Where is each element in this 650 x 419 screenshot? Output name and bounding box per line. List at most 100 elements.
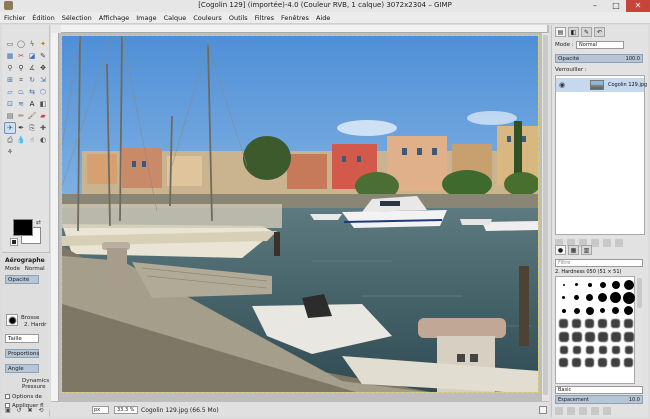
- brush-preview-15[interactable]: [596, 304, 609, 317]
- brush-preset-select[interactable]: Basic: [555, 386, 643, 394]
- move-icon[interactable]: ✥: [38, 63, 48, 73]
- mypaint-brush-icon[interactable]: ⚘: [5, 147, 15, 157]
- flip-icon[interactable]: ⇆: [27, 87, 37, 97]
- navigate-icon[interactable]: [539, 406, 547, 414]
- airbrush-icon[interactable]: ✈: [4, 122, 16, 134]
- channels-tab[interactable]: ◧: [568, 27, 579, 37]
- close-button[interactable]: ✕: [626, 0, 650, 12]
- gradients-tab[interactable]: ▥: [581, 245, 592, 255]
- eraser-icon[interactable]: ▰: [38, 111, 48, 121]
- brush-preview-6[interactable]: [557, 291, 570, 304]
- brush-preview-18[interactable]: [557, 317, 570, 330]
- measure-icon[interactable]: ∡: [27, 63, 37, 73]
- brushes-scrollbar[interactable]: [636, 276, 642, 384]
- brush-preview-27[interactable]: [596, 330, 609, 343]
- swap-colors-icon[interactable]: ⇄: [36, 219, 41, 226]
- edit-brush-icon[interactable]: [555, 407, 563, 415]
- brushes-scrollbar-thumb[interactable]: [636, 278, 642, 308]
- ink-icon[interactable]: ✒: [16, 123, 26, 133]
- save-options-icon[interactable]: ▣: [4, 407, 12, 415]
- reset-options-icon[interactable]: ⟲: [37, 407, 45, 415]
- delete-brush-icon[interactable]: [591, 407, 599, 415]
- menu-couleurs[interactable]: Couleurs: [193, 14, 222, 22]
- align-icon[interactable]: ⊞: [5, 75, 15, 85]
- zoom-select[interactable]: 33.3 %: [114, 406, 138, 414]
- layers-tab[interactable]: ▤: [555, 27, 566, 37]
- brush-preview-20[interactable]: [583, 317, 596, 330]
- fuzzy-select-icon[interactable]: ✦: [38, 39, 48, 49]
- mode-row[interactable]: Mode Normal: [5, 266, 45, 272]
- brush-preview-3[interactable]: [596, 278, 609, 291]
- brush-preview-37[interactable]: [570, 356, 583, 369]
- brush-preview-17[interactable]: [622, 304, 635, 317]
- menu-selection[interactable]: Sélection: [62, 14, 92, 22]
- clone-icon[interactable]: ⎘: [27, 123, 37, 133]
- vertical-ruler[interactable]: [51, 33, 59, 401]
- scissors-icon[interactable]: ✂: [16, 51, 26, 61]
- foreground-select-icon[interactable]: ◪: [27, 51, 37, 61]
- mode-value[interactable]: Normal: [25, 266, 45, 272]
- paths-tab[interactable]: ✎: [581, 27, 592, 37]
- ruler-corner[interactable]: [51, 25, 61, 33]
- free-select-icon[interactable]: ϟ: [27, 39, 37, 49]
- brush-preview-28[interactable]: [609, 330, 622, 343]
- menu-affichage[interactable]: Affichage: [99, 14, 130, 22]
- unified-transform-icon[interactable]: ⊡: [5, 99, 15, 109]
- menu-calque[interactable]: Calque: [164, 14, 187, 22]
- blend-icon[interactable]: ▤: [5, 111, 15, 121]
- brush-preview-2[interactable]: [583, 278, 596, 291]
- brush-preview-36[interactable]: [557, 356, 570, 369]
- paths-icon[interactable]: ✎: [38, 51, 48, 61]
- brush-preview-5[interactable]: [622, 278, 635, 291]
- brush-preview-21[interactable]: [596, 317, 609, 330]
- vertical-scrollbar[interactable]: [542, 33, 549, 401]
- brush-preview-11[interactable]: [622, 291, 635, 304]
- brush-preview-22[interactable]: [609, 317, 622, 330]
- menu-fichier[interactable]: Fichier: [4, 14, 25, 22]
- brush-preview-41[interactable]: [622, 356, 635, 369]
- brush-preview-30[interactable]: [557, 343, 570, 356]
- heal-icon[interactable]: ✚: [38, 123, 48, 133]
- layer-opacity-slider[interactable]: Opacité 100.0: [555, 54, 643, 63]
- menu-outils[interactable]: Outils: [229, 14, 248, 22]
- foreground-color-swatch[interactable]: [13, 219, 33, 236]
- duplicate-brush-icon[interactable]: [579, 407, 587, 415]
- brush-preview-23[interactable]: [622, 317, 635, 330]
- color-picker-icon[interactable]: ⚲: [5, 63, 15, 73]
- cage-icon[interactable]: ⬡: [38, 87, 48, 97]
- brush-preview-10[interactable]: [609, 291, 622, 304]
- brush-preview-40[interactable]: [609, 356, 622, 369]
- image-canvas[interactable]: [61, 35, 539, 393]
- smudge-icon[interactable]: ☝: [27, 135, 37, 145]
- refresh-brushes-icon[interactable]: [603, 407, 611, 415]
- menu-image[interactable]: Image: [136, 14, 156, 22]
- scale-icon[interactable]: ⇲: [38, 75, 48, 85]
- brush-preview-34[interactable]: [609, 343, 622, 356]
- bucket-fill-icon[interactable]: ◧: [38, 99, 48, 109]
- brush-preview-13[interactable]: [570, 304, 583, 317]
- brushes-tab[interactable]: ●: [555, 245, 566, 255]
- brush-preview-12[interactable]: [557, 304, 570, 317]
- perspective-clone-icon[interactable]: ⎙: [5, 135, 15, 145]
- dynamics-value[interactable]: Pressure: [22, 384, 46, 390]
- options-expander[interactable]: Options de: [5, 394, 42, 400]
- menu-aide[interactable]: Aide: [316, 14, 330, 22]
- angle-slider[interactable]: Angle: [5, 364, 39, 373]
- duplicate-layer-icon[interactable]: [591, 239, 599, 247]
- brush-preview-39[interactable]: [596, 356, 609, 369]
- proportions-slider[interactable]: Proportions: [5, 349, 39, 358]
- menu-edition[interactable]: Édition: [32, 14, 55, 22]
- brush-preview-16[interactable]: [609, 304, 622, 317]
- shear-icon[interactable]: ▱: [5, 87, 15, 97]
- menu-fenetres[interactable]: Fenêtres: [281, 14, 309, 22]
- layer-mode-select[interactable]: Normal: [576, 41, 624, 49]
- spacing-slider[interactable]: Espacement 10.0: [555, 395, 643, 404]
- perspective-icon[interactable]: ⏢: [16, 87, 26, 97]
- brush-preview-14[interactable]: [583, 304, 596, 317]
- anchor-layer-icon[interactable]: [603, 239, 611, 247]
- crop-icon[interactable]: ⌗: [16, 75, 26, 85]
- layer-row[interactable]: ◉ Cogolin 129.jpg: [556, 78, 647, 92]
- dodge-burn-icon[interactable]: ◐: [38, 135, 48, 145]
- default-colors-icon[interactable]: [10, 238, 18, 246]
- brush-preview-8[interactable]: [583, 291, 596, 304]
